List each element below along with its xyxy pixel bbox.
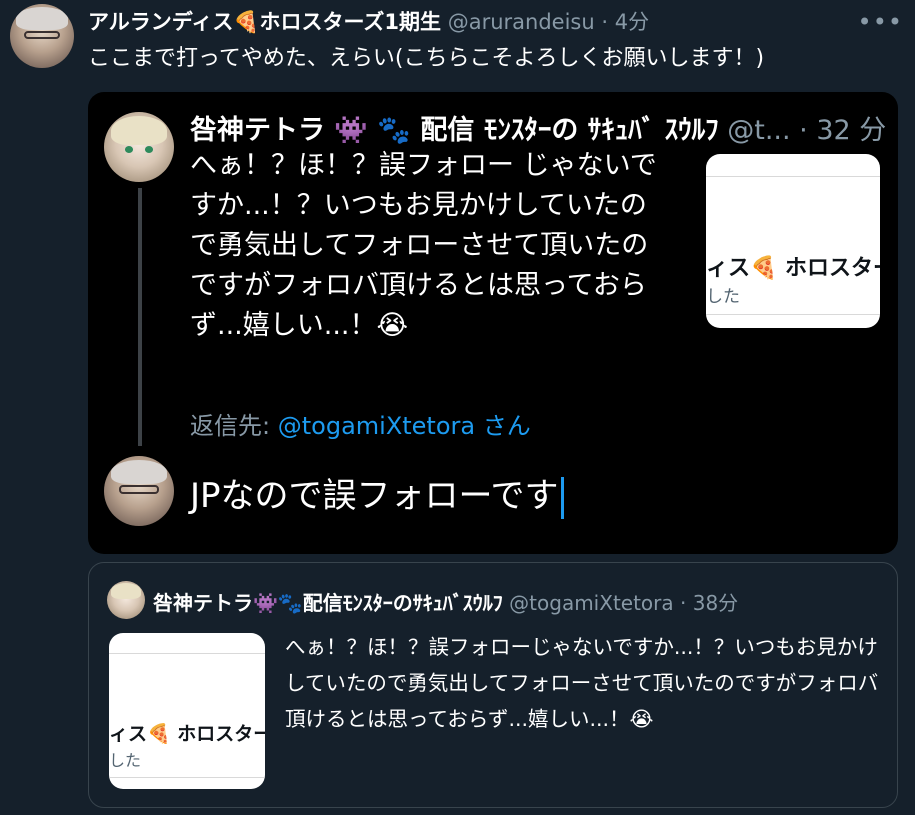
compose-text: JPなので誤フォローです	[190, 476, 559, 516]
quoted-tweet-time[interactable]: · 38分	[680, 591, 738, 615]
avatar-hair	[110, 582, 142, 599]
quoted-author-handle[interactable]: @togamiXtetora	[509, 591, 673, 615]
card-text: ィス🍕 ホロスターズ	[109, 723, 265, 745]
card-divider	[109, 653, 265, 654]
screenshot-composer-avatar	[104, 456, 174, 526]
quoted-media-thumbnail[interactable]: ィス🍕 ホロスターズ した	[109, 633, 265, 789]
screenshot-tweet-text: へぁ！？ほ！？誤フォロー じゃないですか...！？いつもお見かけしていたので勇気…	[190, 150, 657, 341]
screenshot-media-thumbnail: ィス🍕 ホロスターズ した	[706, 154, 880, 328]
card-subtext: した	[706, 287, 740, 307]
avatar-hair	[16, 7, 68, 30]
screenshot-header: 咎神テトラ 👾 🐾 配信 ﾓﾝｽﾀｰの ｻｷｭﾊﾞ ｽｳﾙﾌ @t... · 3…	[190, 108, 886, 147]
card-divider	[706, 314, 880, 315]
author-name[interactable]: アルランディス🍕ホロスターズ1期生	[88, 10, 441, 34]
replying-to: 返信先: @togamiXtetora さん	[190, 406, 531, 441]
tweet-text: ここまで打ってやめた、えらい(こちらこそよろしくお願いします！)	[88, 46, 765, 71]
text-caret	[560, 476, 564, 519]
thread-line	[138, 188, 142, 446]
card-text: ィス🍕 ホロスターズ	[706, 256, 880, 281]
quoted-author-avatar[interactable]	[107, 581, 145, 619]
avatar-glasses	[24, 30, 60, 39]
attached-screenshot[interactable]: 咎神テトラ 👾 🐾 配信 ﾓﾝｽﾀｰの ｻｷｭﾊﾞ ｽｳﾙﾌ @t... · 3…	[88, 92, 898, 554]
screenshot-compose-text: JPなので誤フォローです	[190, 468, 564, 519]
quoted-tweet-header: 咎神テトラ👾🐾配信ﾓﾝｽﾀｰのｻｷｭﾊﾞｽｳﾙﾌ @togamiXtetora …	[153, 587, 738, 616]
card-subtext: した	[109, 751, 142, 770]
screenshot-time: · 32 分	[799, 115, 887, 146]
card-divider	[109, 777, 265, 778]
author-handle[interactable]: @arurandeisu	[448, 10, 595, 34]
quoted-author-name[interactable]: 咎神テトラ👾🐾配信ﾓﾝｽﾀｰのｻｷｭﾊﾞｽｳﾙﾌ	[153, 591, 503, 615]
replying-to-suffix: さん	[475, 412, 531, 440]
replying-to-handle: @togamiXtetora	[277, 412, 476, 440]
screenshot-avatar	[104, 112, 174, 182]
quoted-tweet[interactable]: 咎神テトラ👾🐾配信ﾓﾝｽﾀｰのｻｷｭﾊﾞｽｳﾙﾌ @togamiXtetora …	[88, 562, 898, 808]
author-avatar[interactable]	[10, 4, 74, 68]
avatar-glasses	[119, 485, 159, 494]
more-options-icon[interactable]: •••	[858, 8, 903, 36]
screenshot-author-name: 咎神テトラ 👾 🐾 配信 ﾓﾝｽﾀｰの ｻｷｭﾊﾞ ｽｳﾙﾌ	[190, 115, 719, 146]
tweet-time[interactable]: · 4分	[601, 10, 649, 34]
card-divider	[706, 176, 880, 177]
avatar-eye	[125, 145, 134, 153]
avatar-eye	[144, 145, 153, 153]
avatar-hair	[111, 459, 167, 484]
tweet-header: アルランディス🍕ホロスターズ1期生 @arurandeisu · 4分	[88, 6, 649, 36]
screenshot-handle: @t...	[727, 115, 791, 146]
avatar-hair	[111, 115, 167, 145]
quoted-tweet-text: へぁ！？ほ！？誤フォローじゃないですか...！？いつもお見かけしていたので勇気出…	[285, 635, 879, 731]
replying-to-label: 返信先:	[190, 412, 271, 440]
